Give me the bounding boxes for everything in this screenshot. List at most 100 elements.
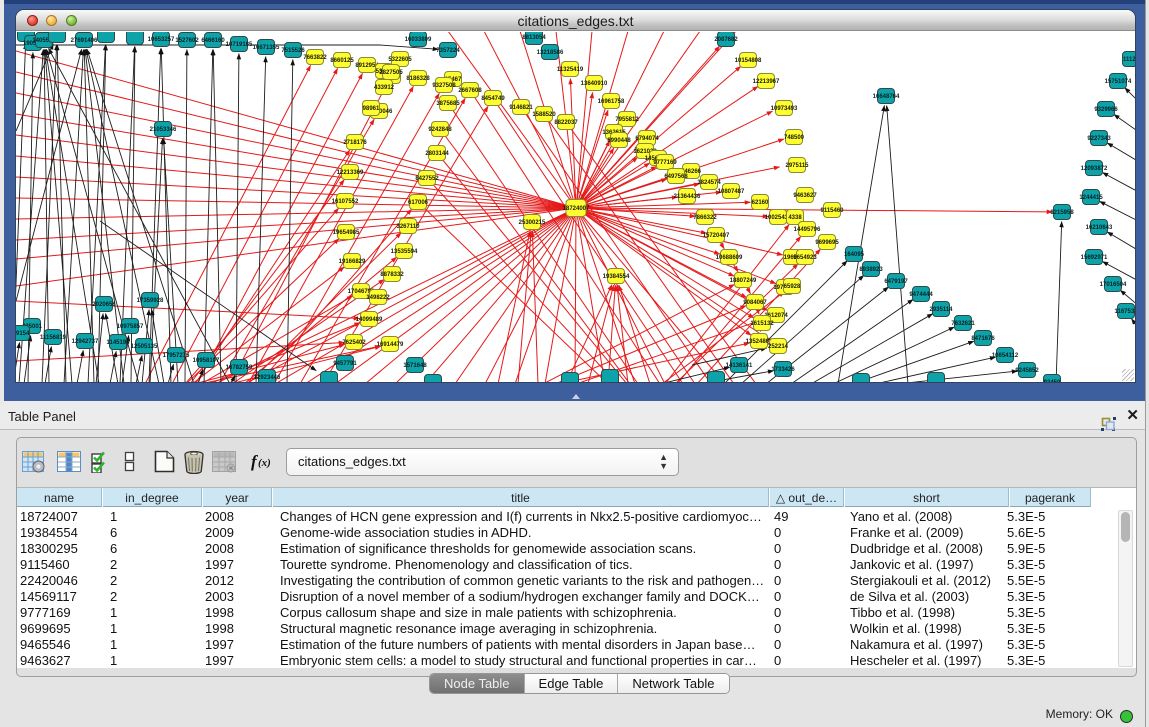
svg-text:9457791: 9457791 — [333, 361, 357, 367]
svg-text:1615132: 1615132 — [750, 321, 774, 327]
svg-text:16107552: 16107552 — [332, 199, 359, 205]
svg-text:16210643: 16210643 — [1086, 225, 1113, 231]
svg-text:16782759: 16782759 — [226, 365, 253, 371]
svg-text:7357224: 7357224 — [436, 48, 460, 54]
svg-text:10653257: 10653257 — [148, 37, 175, 43]
svg-text:9654923: 9654923 — [793, 255, 817, 261]
svg-text:10807487: 10807487 — [718, 189, 745, 195]
svg-text:8427552: 8427552 — [415, 176, 439, 182]
svg-text:8215958: 8215958 — [1050, 210, 1074, 216]
svg-text:9245852: 9245852 — [1015, 368, 1039, 374]
svg-text:6479197: 6479197 — [884, 279, 908, 285]
svg-text:18807249: 18807249 — [730, 278, 757, 284]
svg-text:10719185: 10719185 — [226, 42, 253, 48]
svg-text:1244415: 1244415 — [1079, 195, 1103, 201]
svg-text:7632621: 7632621 — [951, 321, 975, 327]
svg-text:16671355: 16671355 — [253, 45, 280, 51]
svg-text:2803144: 2803144 — [425, 151, 449, 157]
svg-text:1498222: 1498222 — [366, 295, 390, 301]
svg-text:14495796: 14495796 — [794, 227, 821, 233]
svg-text:7515526: 7515526 — [281, 48, 305, 54]
svg-text:748500: 748500 — [784, 135, 805, 141]
svg-text:11121: 11121 — [1123, 57, 1135, 63]
svg-text:2935114: 2935114 — [929, 307, 953, 313]
svg-text:9115460: 9115460 — [820, 208, 844, 214]
svg-text:10688609: 10688609 — [716, 255, 743, 261]
svg-text:8454749: 8454749 — [481, 96, 505, 102]
svg-text:9777169: 9777169 — [653, 160, 677, 166]
svg-text:252214: 252214 — [768, 344, 789, 350]
svg-text:617006: 617006 — [408, 200, 429, 206]
svg-text:18724007: 18724007 — [563, 206, 590, 212]
svg-text:9242848: 9242848 — [428, 127, 452, 133]
svg-text:2827505: 2827505 — [379, 70, 403, 76]
svg-text:1167533: 1167533 — [1114, 309, 1135, 315]
svg-text:9327508: 9327508 — [432, 83, 456, 89]
svg-text:164095: 164095 — [844, 252, 865, 258]
svg-text:21053346: 21053346 — [150, 127, 177, 133]
svg-text:13535594: 13535594 — [391, 249, 418, 255]
svg-text:8186328: 8186328 — [406, 76, 430, 82]
svg-text:(x): (x) — [258, 457, 271, 469]
svg-text:9463627: 9463627 — [793, 193, 817, 199]
svg-text:19166829: 19166829 — [339, 259, 366, 265]
svg-text:2718176: 2718176 — [343, 140, 367, 146]
svg-text:16648764: 16648764 — [873, 94, 900, 100]
svg-text:15692971: 15692971 — [1081, 255, 1108, 261]
svg-text:14136141: 14136141 — [726, 363, 753, 369]
svg-text:9699695: 9699695 — [815, 240, 839, 246]
svg-text:9146821: 9146821 — [509, 105, 533, 111]
svg-text:7866322: 7866322 — [693, 215, 717, 221]
svg-text:1571648: 1571648 — [403, 363, 427, 369]
svg-text:15751074: 15751074 — [1105, 79, 1132, 85]
svg-text:9227343: 9227343 — [1087, 136, 1111, 142]
svg-text:1588520: 1588520 — [532, 112, 556, 118]
svg-text:16961758: 16961758 — [598, 99, 625, 105]
svg-text:1733426: 1733426 — [771, 367, 795, 373]
svg-text:8813054: 8813054 — [522, 35, 546, 41]
svg-text:8878332: 8878332 — [380, 272, 404, 278]
svg-text:3267110: 3267110 — [396, 224, 420, 230]
svg-text:17957275: 17957275 — [163, 353, 190, 359]
svg-text:12213967: 12213967 — [753, 79, 780, 85]
svg-text:1145194: 1145194 — [106, 340, 130, 346]
svg-text:12942737: 12942737 — [72, 339, 99, 345]
svg-text:8660125: 8660125 — [330, 58, 354, 64]
svg-text:16914479: 16914479 — [377, 342, 404, 348]
svg-text:12213369: 12213369 — [337, 170, 364, 176]
svg-text:14099489: 14099489 — [356, 317, 383, 323]
svg-text:65928: 65928 — [784, 284, 801, 290]
svg-text:8938923: 8938923 — [859, 267, 883, 273]
svg-text:1527602: 1527602 — [175, 38, 199, 44]
svg-text:2087682: 2087682 — [714, 37, 738, 43]
svg-text:25300215: 25300215 — [519, 220, 546, 226]
svg-text:12093872: 12093872 — [1081, 166, 1108, 172]
svg-text:39154: 39154 — [16, 331, 30, 337]
svg-text:9329966: 9329966 — [1094, 107, 1118, 113]
svg-text:9084067: 9084067 — [743, 300, 767, 306]
svg-text:8822037: 8822037 — [554, 120, 578, 126]
svg-text:17359928: 17359928 — [137, 298, 164, 304]
svg-text:11156819: 11156819 — [40, 335, 67, 341]
svg-text:10154808: 10154808 — [735, 58, 762, 64]
svg-text:17016504: 17016504 — [1100, 282, 1127, 288]
svg-text:2020656: 2020656 — [92, 302, 116, 308]
svg-text:6466160: 6466160 — [201, 38, 225, 44]
svg-text:3824574: 3824574 — [697, 180, 721, 186]
svg-text:27691406: 27691406 — [71, 38, 98, 44]
svg-text:3875685: 3875685 — [436, 101, 460, 107]
svg-text:12505135: 12505135 — [131, 344, 158, 350]
svg-text:13218586: 13218586 — [537, 50, 564, 56]
svg-text:10654112: 10654112 — [992, 353, 1019, 359]
svg-text:62160: 62160 — [752, 200, 769, 206]
svg-text:433912: 433912 — [374, 85, 395, 91]
svg-text:19384554: 19384554 — [603, 274, 630, 280]
svg-text:2975115: 2975115 — [785, 163, 809, 169]
svg-text:8471676: 8471676 — [971, 336, 995, 342]
svg-text:2667608: 2667608 — [458, 88, 482, 94]
svg-text:9474444: 9474444 — [909, 292, 933, 298]
svg-text:11325419: 11325419 — [557, 67, 584, 73]
svg-text:13640910: 13640910 — [581, 81, 608, 87]
svg-text:7625402: 7625402 — [342, 340, 366, 346]
svg-text:8990448: 8990448 — [607, 138, 631, 144]
